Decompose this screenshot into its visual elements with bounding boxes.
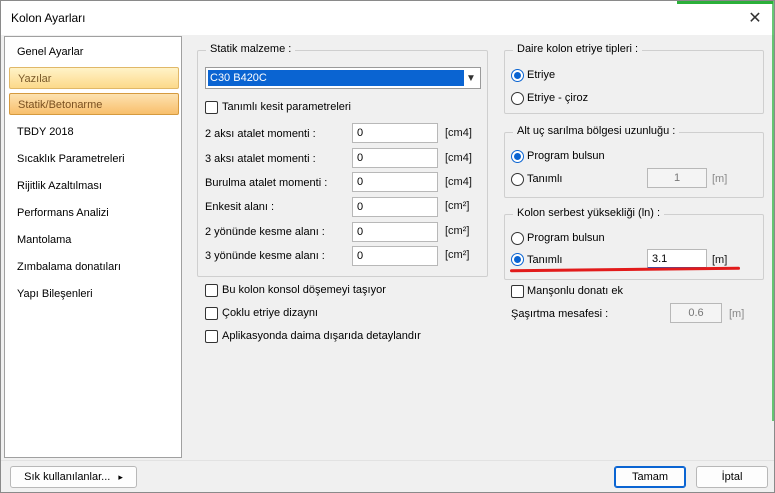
nav-item-genel-ayarlar[interactable]: Genel Ayarlar (9, 41, 179, 63)
confinement-group: Alt uç sarılma bölgesi uzunluğu : (504, 125, 764, 198)
param-input-i3[interactable]: 0 (352, 148, 438, 168)
param-unit-i3: [cm4] (445, 152, 472, 164)
nav-item-mantolama[interactable]: Mantolama (9, 229, 179, 251)
material-select-value: C30 B420C (208, 70, 464, 86)
param-label-area: Enkesit alanı : (205, 201, 275, 213)
confinement-option-custom: Tanımlı (527, 173, 563, 185)
param-unit-i2: [cm4] (445, 127, 472, 139)
param-label-shear2: 2 yönünde kesme alanı : (205, 226, 325, 238)
dialog-window: Kolon Ayarları ✕ Genel Ayarlar Yazılar S… (0, 0, 775, 493)
confinement-radio-custom[interactable] (511, 173, 524, 186)
material-select[interactable]: C30 B420C ▼ (205, 67, 481, 89)
stirrup-type-title: Daire kolon etriye tipleri : (513, 43, 643, 55)
param-input-area[interactable]: 0 (352, 197, 438, 217)
confinement-unit: [m] (712, 173, 728, 185)
stirrup-option-etriye: Etriye (527, 69, 556, 81)
param-input-i2[interactable]: 0 (352, 123, 438, 143)
material-group-title: Statik malzeme : (206, 43, 296, 55)
param-unit-shear3: [cm²] (445, 249, 470, 261)
offset-unit: [m] (729, 308, 745, 320)
nav-item-performans[interactable]: Performans Analizi (9, 202, 179, 224)
custom-section-label: Tanımlı kesit parametreleri (222, 101, 351, 113)
nav-item-rijitlik[interactable]: Rijitlik Azaltılması (9, 175, 179, 197)
settings-category-list: Genel Ayarlar Yazılar Statik/Betonarme T… (4, 36, 182, 458)
nav-item-tbdy-2018[interactable]: TBDY 2018 (9, 121, 179, 143)
free-height-radio-custom[interactable] (511, 253, 524, 266)
param-unit-shear2: [cm²] (445, 225, 470, 237)
param-label-i3: 3 aksı atalet momenti : (205, 153, 316, 165)
multi-stirrup-label: Çoklu etriye dizaynı (222, 307, 318, 319)
free-height-option-custom: Tanımlı (527, 254, 563, 266)
chevron-right-icon: ▸ (118, 471, 123, 482)
custom-section-checkbox[interactable] (205, 101, 218, 114)
multi-stirrup-checkbox[interactable] (205, 307, 218, 320)
free-height-option-auto: Program bulsun (527, 232, 605, 244)
free-height-radio-auto[interactable] (511, 232, 524, 245)
confinement-radio-auto[interactable] (511, 150, 524, 163)
confinement-input[interactable]: 1 (647, 168, 707, 188)
favorites-button[interactable]: Sık kullanılanlar... ▸ (10, 466, 137, 488)
sleeve-label: Manşonlu donatı ek (527, 285, 624, 297)
param-label-i2: 2 aksı atalet momenti : (205, 128, 316, 140)
param-input-shear2[interactable]: 0 (352, 222, 438, 242)
console-checkbox[interactable] (205, 284, 218, 297)
nav-item-yazilar[interactable]: Yazılar (9, 67, 179, 89)
confinement-title: Alt uç sarılma bölgesi uzunluğu : (513, 125, 680, 137)
stirrup-type-group: Daire kolon etriye tipleri : (504, 43, 764, 114)
title-bar: Kolon Ayarları ✕ (1, 1, 774, 35)
background-accent (677, 1, 773, 4)
free-height-input[interactable]: 3.1 (647, 249, 707, 269)
chevron-down-icon[interactable]: ▼ (464, 70, 478, 86)
window-title: Kolon Ayarları (11, 11, 86, 25)
stirrup-radio-etriye[interactable] (511, 69, 524, 82)
sleeve-checkbox[interactable] (511, 285, 524, 298)
param-label-shear3: 3 yönünde kesme alanı : (205, 250, 325, 262)
console-label: Bu kolon konsol döşemeyi taşıyor (222, 284, 386, 296)
offset-input[interactable]: 0.6 (670, 303, 722, 323)
close-icon[interactable]: ✕ (744, 7, 766, 29)
param-input-torsion[interactable]: 0 (352, 172, 438, 192)
stirrup-option-ciroz: Etriye - çiroz (527, 92, 589, 104)
free-height-title: Kolon serbest yüksekliği (ln) : (513, 207, 665, 219)
background-accent-edge (772, 1, 774, 421)
param-unit-area: [cm²] (445, 200, 470, 212)
nav-item-statik-betonarme[interactable]: Statik/Betonarme (9, 93, 179, 115)
nav-item-sicaklik[interactable]: Sıcaklık Parametreleri (9, 148, 179, 170)
free-height-unit: [m] (712, 254, 728, 266)
param-unit-torsion: [cm4] (445, 176, 472, 188)
stirrup-radio-ciroz[interactable] (511, 92, 524, 105)
param-label-torsion: Burulma atalet momenti : (205, 177, 328, 189)
favorites-label: Sık kullanılanlar... (24, 471, 111, 483)
ok-button[interactable]: Tamam (614, 466, 686, 488)
nav-item-yapi-bilesenleri[interactable]: Yapı Bileşenleri (9, 283, 179, 305)
footer-divider (1, 460, 774, 461)
offset-label: Şaşırtma mesafesi : (511, 308, 609, 320)
cancel-button[interactable]: İptal (696, 466, 768, 488)
application-checkbox[interactable] (205, 330, 218, 343)
param-input-shear3[interactable]: 0 (352, 246, 438, 266)
confinement-option-auto: Program bulsun (527, 150, 605, 162)
application-label: Aplikasyonda daima dışarıda detaylandır (222, 330, 421, 342)
nav-item-zimbalama[interactable]: Zımbalama donatıları (9, 256, 179, 278)
